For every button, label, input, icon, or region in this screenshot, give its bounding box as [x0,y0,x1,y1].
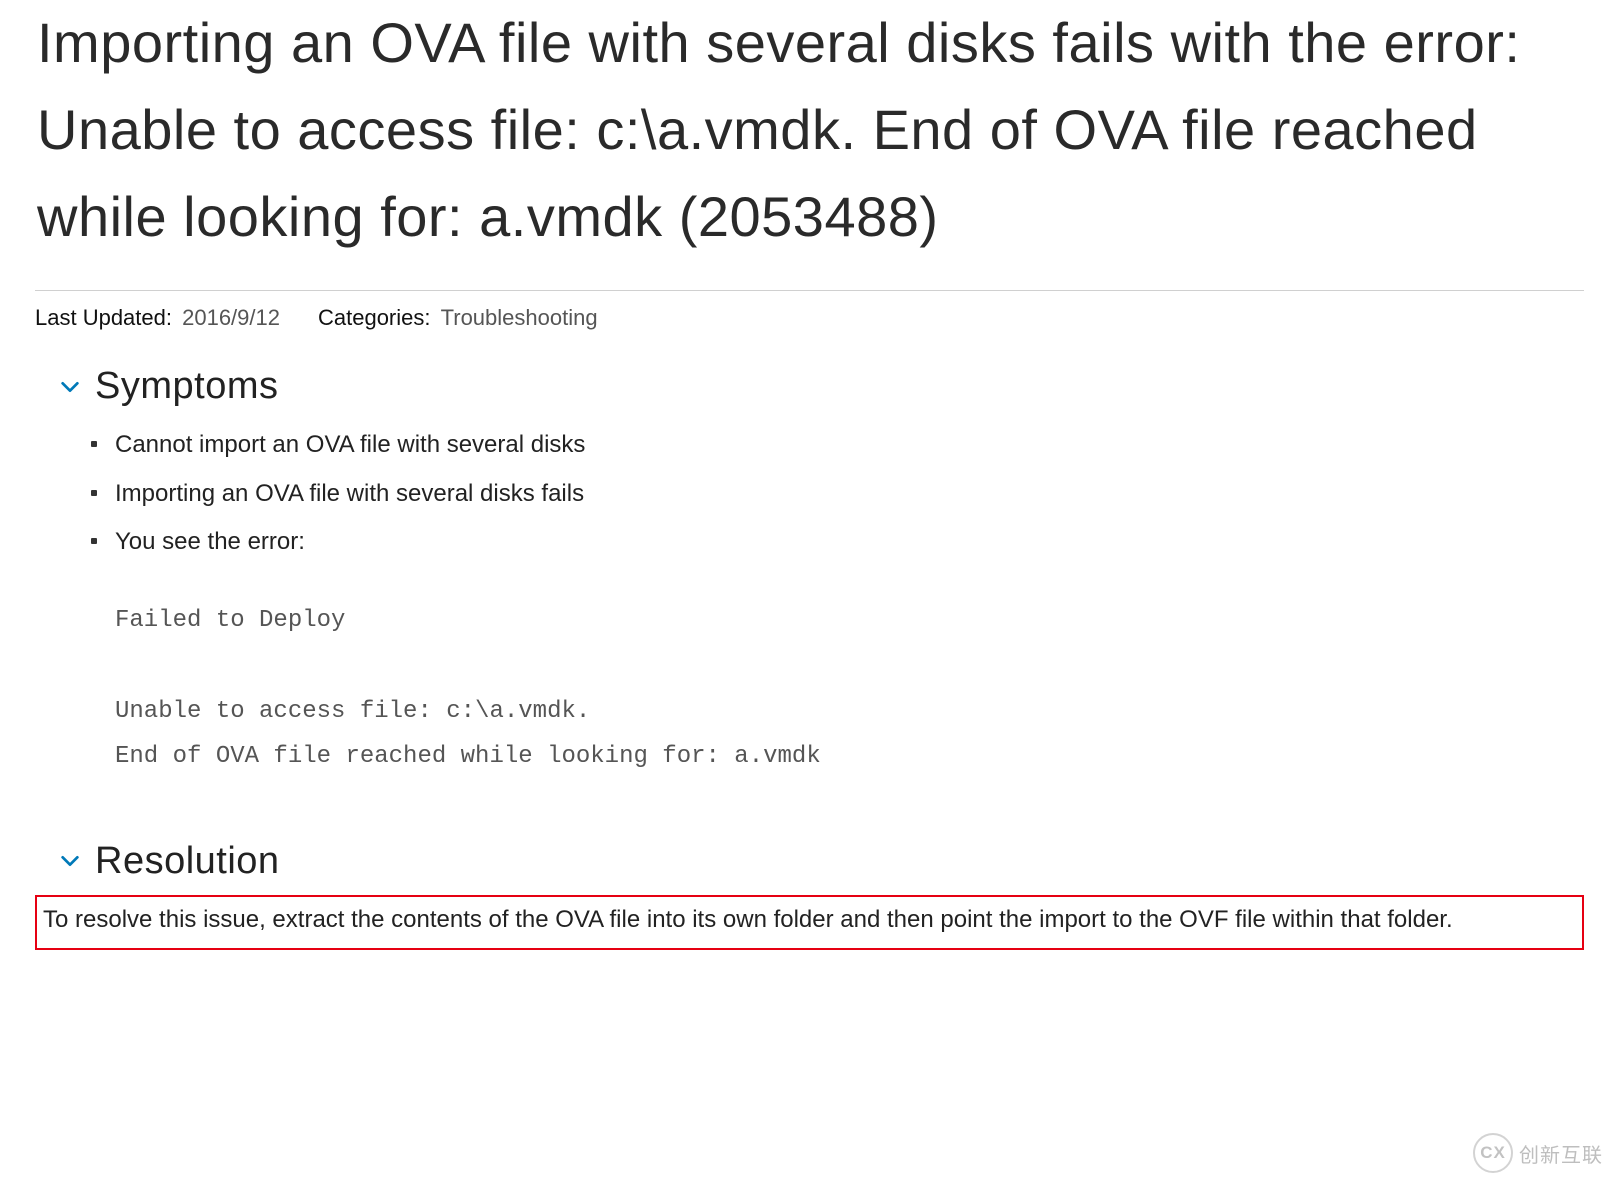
chevron-down-icon [59,376,81,398]
list-item: Cannot import an OVA file with several d… [91,426,1584,464]
meta-last-updated: Last Updated: 2016/9/12 [35,305,280,331]
categories-value: Troubleshooting [441,305,598,330]
symptoms-header[interactable]: Symptoms [59,365,1584,408]
watermark: CX 创新互联 [1473,1133,1603,1173]
resolution-body-highlight: To resolve this issue, extract the conte… [35,895,1584,950]
watermark-badge-icon: CX [1473,1133,1513,1173]
article-title: Importing an OVA file with several disks… [35,0,1584,260]
chevron-down-icon [59,850,81,872]
meta-row: Last Updated: 2016/9/12 Categories: Trou… [35,290,1584,331]
symptoms-list: Cannot import an OVA file with several d… [59,426,1584,561]
resolution-body: To resolve this issue, extract the conte… [43,906,1453,933]
last-updated-label: Last Updated: [35,305,172,330]
error-code-block: Failed to Deploy Unable to access file: … [115,598,1584,780]
list-item: You see the error: [91,523,1584,561]
meta-categories: Categories: Troubleshooting [318,305,598,331]
list-item: Importing an OVA file with several disks… [91,475,1584,513]
section-symptoms: Symptoms Cannot import an OVA file with … [59,365,1584,780]
resolution-header[interactable]: Resolution [59,840,1584,883]
categories-label: Categories: [318,305,431,330]
symptoms-heading: Symptoms [95,365,278,408]
last-updated-value: 2016/9/12 [182,305,280,330]
resolution-heading: Resolution [95,840,280,883]
section-resolution: Resolution To resolve this issue, extrac… [59,840,1584,950]
watermark-text: 创新互联 [1519,1139,1603,1168]
